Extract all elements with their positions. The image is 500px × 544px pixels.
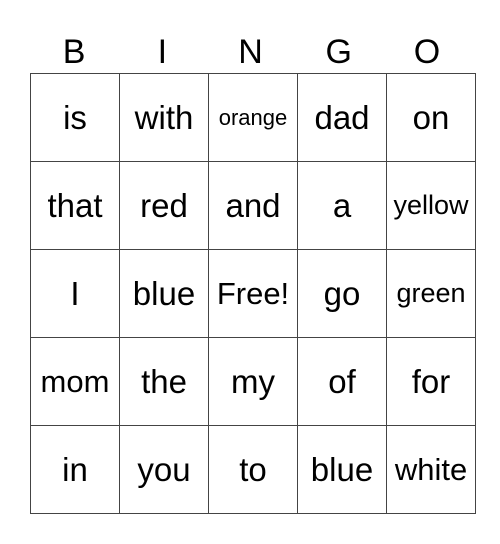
header-letter-n: N [238, 33, 263, 71]
board-cell: a [297, 161, 387, 250]
board-row: that red and a yellow [30, 161, 476, 250]
board-cell: blue [297, 425, 387, 514]
bingo-header: B I N G O [30, 30, 471, 74]
board-cell: orange [208, 73, 298, 162]
board-cell: and [208, 161, 298, 250]
board-cell: on [386, 73, 476, 162]
board-cell: is [30, 73, 120, 162]
board-cell: for [386, 337, 476, 426]
board-cell: in [30, 425, 120, 514]
board-cell: yellow [386, 161, 476, 250]
board-cell: to [208, 425, 298, 514]
bingo-board: is with orange dad on that red and a yel… [30, 73, 476, 514]
board-cell: with [119, 73, 209, 162]
board-cell: of [297, 337, 387, 426]
board-row: I blue Free! go green [30, 249, 476, 338]
board-row: in you to blue white [30, 425, 476, 514]
board-cell: the [119, 337, 209, 426]
header-letter-b: B [62, 33, 86, 71]
header-letter-g: G [325, 33, 352, 71]
board-cell: red [119, 161, 209, 250]
board-cell: you [119, 425, 209, 514]
board-cell: dad [297, 73, 387, 162]
header-letter-i: I [157, 33, 168, 71]
board-cell: go [297, 249, 387, 338]
header-letter-o: O [413, 33, 441, 71]
free-space-cell: Free! [208, 249, 298, 338]
board-row: mom the my of for [30, 337, 476, 426]
board-row: is with orange dad on [30, 73, 476, 162]
board-cell: mom [30, 337, 120, 426]
board-cell: I [30, 249, 120, 338]
board-cell: blue [119, 249, 209, 338]
board-cell: that [30, 161, 120, 250]
board-cell: white [386, 425, 476, 514]
board-cell: green [386, 249, 476, 338]
board-cell: my [208, 337, 298, 426]
